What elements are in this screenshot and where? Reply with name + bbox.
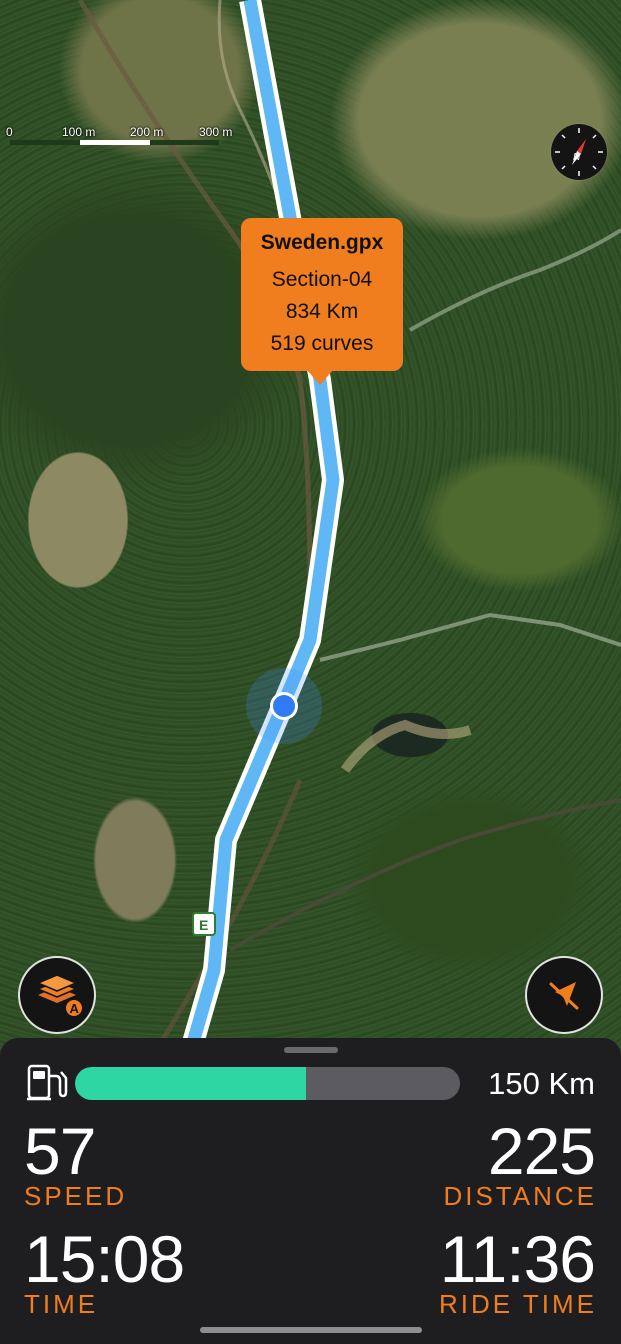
road-sign-label: E [199,917,208,933]
recenter-button[interactable] [527,958,601,1032]
fuel-level-fill [75,1067,306,1100]
trail-path [319,612,621,662]
compass-icon: N [555,128,603,176]
home-indicator[interactable] [200,1327,422,1333]
time-value: 15:08 [24,1222,185,1296]
route-curves: 519 curves [270,332,374,355]
distance-label: DISTANCE [443,1181,597,1211]
location-arrow-icon [549,982,579,1010]
compass-north-label: N [573,152,581,163]
scale-label-200: 200 m [130,125,164,139]
scale-segment [80,140,150,145]
compass-button[interactable]: N [551,124,607,180]
scale-segment [150,140,219,145]
layers-badge-label: A [70,1001,80,1016]
speed-label: SPEED [24,1181,128,1211]
railway [228,798,621,952]
ride-stats-panel[interactable]: 150 Km 57 SPEED 225 DISTANCE 15:08 TIME … [0,1038,621,1344]
time-label: TIME [24,1289,99,1319]
fuel-range: 150 Km [488,1066,595,1101]
panel-drag-handle[interactable] [284,1047,338,1053]
route-length: 834 Km [285,300,359,323]
current-location-dot [273,695,295,717]
scale-label-0: 0 [6,125,13,139]
trail-path [409,228,621,332]
satellite-map[interactable]: E 0 100 m 200 m 300 m N Sweden.gpx Secti… [0,0,621,1060]
map-overlay: E [77,0,621,1060]
scale-bar: 0 100 m 200 m 300 m [0,125,250,155]
speed-value: 57 [24,1114,96,1188]
map-layers-icon: A [36,974,84,1018]
scale-label-100: 100 m [62,125,96,139]
fuel-pump-icon [27,1064,68,1101]
ride-time-label: RIDE TIME [439,1289,597,1319]
scale-segment [10,140,80,145]
fuel-level-bar [75,1067,460,1100]
route-info-callout[interactable]: Sweden.gpx Section-04 834 Km 519 curves [241,218,403,385]
route-section: Section-04 [271,268,373,291]
route-file-name: Sweden.gpx [260,231,384,254]
ride-time-value: 11:36 [439,1222,596,1296]
distance-value: 225 [487,1114,596,1188]
map-layers-button[interactable]: A [20,958,94,1032]
scale-label-300: 300 m [199,125,233,139]
